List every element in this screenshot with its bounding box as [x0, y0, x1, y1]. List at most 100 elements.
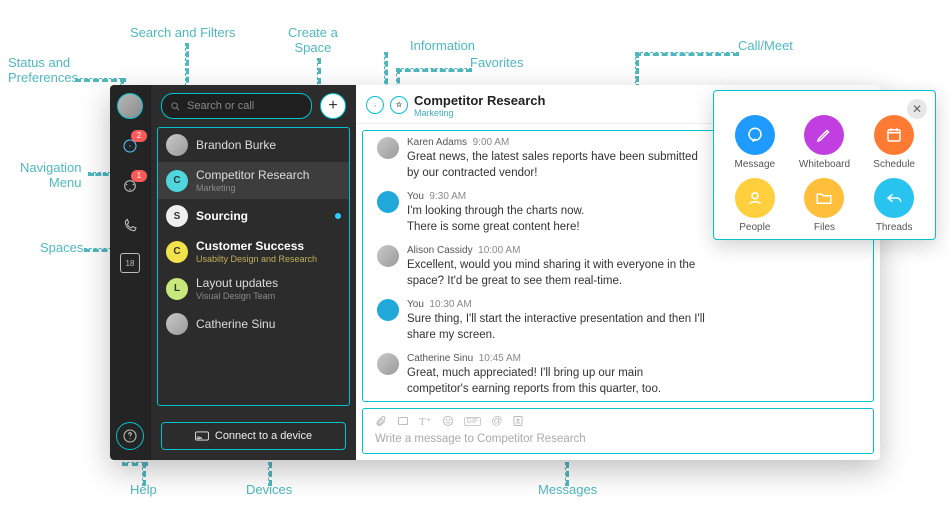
annotation-nav-menu: Navigation Menu: [20, 160, 81, 190]
message-item: Alison Cassidy 10:00 AM Excellent, would …: [377, 245, 859, 289]
message-body: Great news, the latest sales reports hav…: [407, 150, 707, 181]
activity-label: Schedule: [873, 159, 915, 170]
activity-label: People: [739, 222, 770, 233]
mention-icon[interactable]: @: [491, 415, 502, 427]
activity-menu: ✕ Message Whiteboard Schedule People Files Th…: [713, 90, 936, 240]
message-avatar: [377, 245, 399, 267]
activity-whiteboard[interactable]: Whiteboard: [792, 115, 858, 170]
annotation-search-filters: Search and Filters: [130, 25, 236, 40]
space-title: Catherine Sinu: [196, 317, 275, 331]
info-icon[interactable]: [366, 96, 384, 114]
help-icon[interactable]: [116, 422, 144, 450]
conversation-subtitle: Marketing: [414, 108, 545, 118]
attach-icon[interactable]: [375, 415, 387, 427]
activity-people[interactable]: People: [722, 178, 788, 233]
create-space-button[interactable]: +: [320, 93, 346, 119]
space-title: Customer Success: [196, 239, 317, 253]
space-item[interactable]: Catherine Sinu: [158, 307, 349, 341]
message-body: Excellent, would you mind sharing it wit…: [407, 258, 707, 289]
space-title: Sourcing: [196, 209, 248, 223]
sidebar: Search or call + Brandon Burke C Competito…: [150, 85, 356, 460]
space-title: Layout updates: [196, 276, 278, 290]
activity-label: Message: [735, 159, 776, 170]
conversation-title: Competitor Research: [414, 93, 545, 108]
message-body: Sure thing, I'll start the interactive p…: [407, 312, 707, 343]
connect-device-button[interactable]: Connect to a device: [161, 422, 346, 450]
annotation-favorites: Favorites: [470, 55, 523, 70]
whiteboard-icon: [804, 115, 844, 155]
space-title: Competitor Research: [196, 168, 309, 182]
annotation-spaces: Spaces: [40, 240, 83, 255]
space-avatar: C: [166, 170, 188, 192]
message-meta: Alison Cassidy 10:00 AM: [407, 245, 707, 256]
message-body: Great, much appreciated! I'll bring up o…: [407, 366, 707, 397]
space-item[interactable]: C Customer SuccessUsabilty Design and Res…: [158, 233, 349, 270]
message-meta: Catherine Sinu 10:45 AM: [407, 353, 707, 364]
composer-placeholder[interactable]: Write a message to Competitor Research: [375, 433, 861, 445]
message-body: I'm looking through the charts now. Ther…: [407, 204, 584, 235]
format-icon[interactable]: T⁺: [419, 415, 432, 428]
close-icon[interactable]: ✕: [907, 99, 927, 119]
schedule-icon: [874, 115, 914, 155]
people-icon: [735, 178, 775, 218]
annotation-call-meet: Call/Meet: [738, 38, 793, 53]
space-avatar: C: [166, 241, 188, 263]
composer-toolbar: T⁺ GIF @: [375, 413, 861, 429]
files-icon: [804, 178, 844, 218]
nav-badge-teams: 1: [131, 170, 147, 182]
space-avatar: [166, 134, 188, 156]
message-meta: Karen Adams 9:00 AM: [407, 137, 707, 148]
space-item[interactable]: S Sourcing: [158, 199, 349, 233]
screenshot-icon[interactable]: [397, 415, 409, 427]
message-avatar: [377, 353, 399, 375]
nav-rail: 2 1 18: [110, 85, 150, 460]
search-icon: [170, 101, 181, 112]
activity-files[interactable]: Files: [792, 178, 858, 233]
cast-icon: [195, 431, 209, 441]
space-item[interactable]: L Layout updatesVisual Design Team: [158, 270, 349, 307]
activity-label: Threads: [876, 222, 913, 233]
connect-device-label: Connect to a device: [215, 430, 312, 442]
nav-messaging-icon[interactable]: 2: [117, 133, 143, 159]
space-item[interactable]: C Competitor ResearchMarketing: [158, 162, 349, 199]
unread-dot: [335, 213, 341, 219]
annotation-create-space: Create a Space: [288, 25, 338, 55]
activity-schedule[interactable]: Schedule: [861, 115, 927, 170]
annotation-status-prefs: Status and Preferences: [8, 55, 78, 85]
message-item: You 10:30 AM Sure thing, I'll start the i…: [377, 299, 859, 343]
emoji-icon[interactable]: [442, 415, 454, 427]
nav-badge-messaging: 2: [131, 130, 147, 142]
activity-label: Whiteboard: [799, 159, 850, 170]
space-avatar: S: [166, 205, 188, 227]
search-input[interactable]: Search or call: [161, 93, 312, 119]
user-avatar[interactable]: [117, 93, 143, 119]
message-avatar: [377, 299, 399, 321]
threads-icon: [874, 178, 914, 218]
nav-teams-icon[interactable]: 1: [117, 173, 143, 199]
annotation-information: Information: [410, 38, 475, 53]
message-avatar: [377, 191, 399, 213]
space-avatar: [166, 313, 188, 335]
personal-icon[interactable]: [512, 415, 524, 427]
activity-label: Files: [814, 222, 835, 233]
message-item: Catherine Sinu 10:45 AM Great, much appre…: [377, 353, 859, 397]
nav-calendar-icon[interactable]: 18: [120, 253, 140, 273]
space-avatar: L: [166, 278, 188, 300]
activity-message[interactable]: Message: [722, 115, 788, 170]
message-composer[interactable]: T⁺ GIF @ Write a message to Competitor R…: [362, 408, 874, 454]
space-subtitle: Marketing: [196, 183, 309, 193]
favorite-icon[interactable]: [390, 96, 408, 114]
nav-calls-icon[interactable]: [117, 213, 143, 239]
message-icon: [735, 115, 775, 155]
search-placeholder: Search or call: [187, 100, 254, 112]
space-item[interactable]: Brandon Burke: [158, 128, 349, 162]
space-subtitle: Usabilty Design and Research: [196, 254, 317, 264]
activity-threads[interactable]: Threads: [861, 178, 927, 233]
gif-icon[interactable]: GIF: [464, 417, 482, 426]
message-avatar: [377, 137, 399, 159]
spaces-list: Brandon Burke C Competitor ResearchMarketi…: [157, 127, 350, 406]
space-title: Brandon Burke: [196, 138, 276, 152]
space-subtitle: Visual Design Team: [196, 291, 278, 301]
message-meta: You 9:30 AM: [407, 191, 584, 202]
message-meta: You 10:30 AM: [407, 299, 707, 310]
